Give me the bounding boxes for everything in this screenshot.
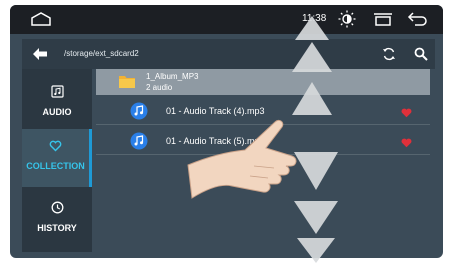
- sidebar-item-label: COLLECTION: [26, 161, 85, 171]
- file-list: 1_Album_MP3 2 audio 01 - Audio Track (4)…: [96, 69, 435, 249]
- music-player-screen: 11:38 /storage/ext_sdcard2 AUDIO COLLECT…: [10, 5, 443, 258]
- list-item[interactable]: 01 - Audio Track (4).mp3: [96, 97, 430, 125]
- favorite-heart-icon[interactable]: [401, 105, 412, 123]
- home-icon[interactable]: [30, 11, 52, 32]
- heart-outline-icon: [22, 139, 89, 157]
- music-note-icon: [130, 102, 148, 125]
- back-arrow-icon[interactable]: [407, 10, 429, 33]
- folder-count: 2 audio: [146, 83, 173, 92]
- back-arrow-icon[interactable]: [32, 47, 48, 66]
- music-note-icon: [130, 132, 148, 155]
- sidebar-item-collection[interactable]: COLLECTION: [22, 129, 92, 187]
- sidebar-item-history[interactable]: HISTORY: [22, 191, 92, 249]
- folder-icon: [118, 74, 136, 94]
- path-bar: /storage/ext_sdcard2: [22, 39, 435, 69]
- folder-name: 1_Album_MP3: [146, 72, 199, 81]
- status-bar: 11:38: [10, 5, 443, 34]
- music-file-icon: [22, 85, 92, 103]
- folder-row[interactable]: 1_Album_MP3 2 audio: [96, 69, 430, 95]
- window-icon[interactable]: [372, 11, 394, 32]
- list-item[interactable]: 01 - Audio Track (5).mp3: [96, 127, 430, 155]
- sidebar-item-label: HISTORY: [37, 223, 77, 233]
- refresh-icon[interactable]: [382, 47, 396, 66]
- status-time: 11:38: [302, 13, 327, 24]
- brightness-icon[interactable]: [338, 10, 356, 33]
- search-icon[interactable]: [414, 47, 428, 66]
- sidebar-item-audio[interactable]: AUDIO: [22, 75, 92, 133]
- favorite-heart-icon[interactable]: [401, 135, 412, 153]
- sidebar-item-label: AUDIO: [42, 107, 72, 117]
- current-path: /storage/ext_sdcard2: [64, 49, 139, 58]
- track-title: 01 - Audio Track (5).mp3: [166, 136, 265, 146]
- sidebar: AUDIO COLLECTION HISTORY: [22, 69, 92, 252]
- track-title: 01 - Audio Track (4).mp3: [166, 106, 265, 116]
- clock-icon: [22, 201, 92, 219]
